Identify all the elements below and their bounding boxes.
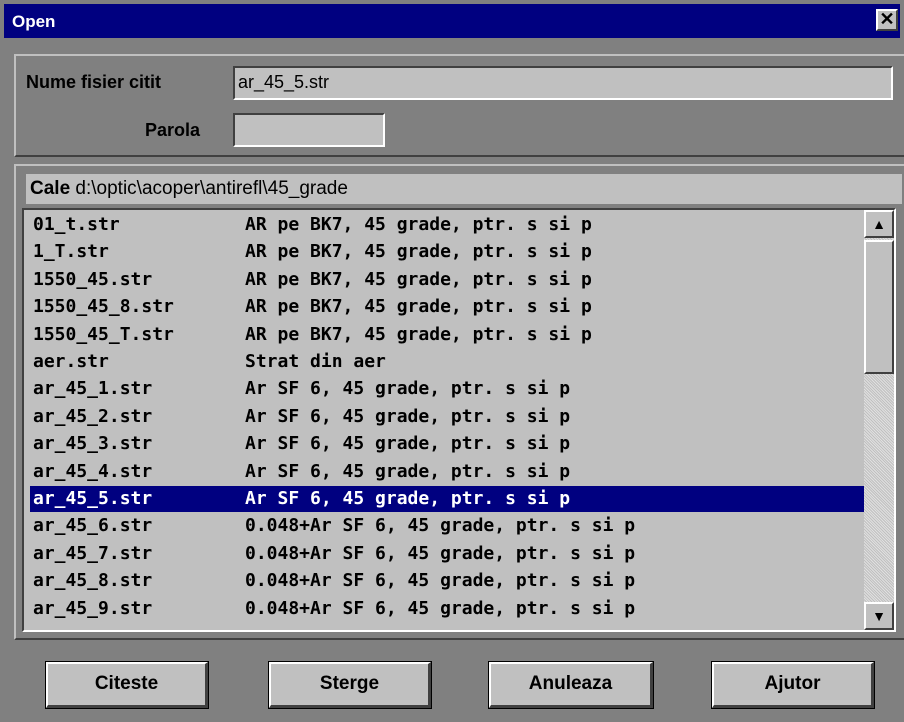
path-bar: Cale d:\optic\acoper\antirefl\45_grade (26, 174, 902, 204)
file-description: Ar SF 6, 45 grade, ptr. s si p (245, 378, 571, 400)
window-title: Open (12, 12, 56, 31)
list-item[interactable]: 1550_45_T.str AR pe BK7, 45 grade, ptr. s… (30, 322, 864, 348)
file-name: ar_45_8.str (33, 570, 153, 592)
scroll-up-icon[interactable]: ▲ (864, 210, 894, 238)
file-description: Strat din aer (245, 351, 386, 372)
file-description: AR pe BK7, 45 grade, ptr. s si p (245, 268, 592, 290)
file-name: ar_45_3.str (33, 433, 153, 455)
cancel-button[interactable]: Anuleaza (488, 661, 654, 709)
file-name: aer.str (33, 351, 109, 372)
path-label: Cale (30, 178, 71, 199)
vertical-scrollbar[interactable]: ▲ ▼ (864, 210, 894, 630)
file-description: 0.048+Ar SF 6, 45 grade, ptr. s si p (245, 542, 636, 564)
list-item[interactable]: 01_t.str AR pe BK7, 45 grade, ptr. s si p (30, 212, 864, 238)
file-name: 1550_45.str (33, 268, 153, 290)
file-description: AR pe BK7, 45 grade, ptr. s si p (245, 241, 592, 263)
file-name: 1550_45_8.str (33, 296, 174, 318)
open-dialog: Open ✕ Nume fisier citit ar_45_5.str Par… (0, 0, 904, 722)
list-item[interactable]: 1_T.str AR pe BK7, 45 grade, ptr. s si p (30, 239, 864, 265)
file-name: 1_T.str (33, 241, 109, 263)
delete-button[interactable]: Sterge (268, 661, 432, 709)
list-item[interactable]: ar_45_8.str 0.048+Ar SF 6, 45 grade, ptr.… (30, 568, 864, 594)
list-item[interactable]: ar_45_5.str Ar SF 6, 45 grade, ptr. s si … (30, 486, 864, 512)
file-description: Ar SF 6, 45 grade, ptr. s si p (245, 433, 571, 455)
file-name: ar_45_2.str (33, 405, 153, 427)
file-list[interactable]: 01_t.str AR pe BK7, 45 grade, ptr. s si p… (22, 208, 896, 632)
file-name: 1550_45_T.str (33, 323, 174, 345)
list-item[interactable]: ar_45_2.str Ar SF 6, 45 grade, ptr. s si … (30, 404, 864, 430)
list-item[interactable]: 1550_45_8.str AR pe BK7, 45 grade, ptr. s… (30, 294, 864, 320)
file-name: ar_45_5.str (33, 488, 153, 509)
path-value: d:\optic\acoper\antirefl\45_grade (75, 178, 348, 199)
list-item[interactable]: ar_45_6.str 0.048+Ar SF 6, 45 grade, ptr.… (30, 513, 864, 539)
list-item[interactable]: ar_45_1.str Ar SF 6, 45 grade, ptr. s si … (30, 376, 864, 402)
list-item[interactable]: ar_45_7.str 0.048+Ar SF 6, 45 grade, ptr.… (30, 541, 864, 567)
file-description: 0.048+Ar SF 6, 45 grade, ptr. s si p (245, 515, 636, 537)
file-description: 0.048+Ar SF 6, 45 grade, ptr. s si p (245, 570, 636, 592)
list-item[interactable]: aer.str Strat din aer (30, 349, 864, 375)
file-name: ar_45_4.str (33, 460, 153, 482)
file-name: ar_45_9.str (33, 597, 153, 619)
list-item[interactable]: ar_45_3.str Ar SF 6, 45 grade, ptr. s si … (30, 431, 864, 457)
list-item[interactable]: ar_45_4.str Ar SF 6, 45 grade, ptr. s si … (30, 459, 864, 485)
file-name: 01_t.str (33, 214, 120, 235)
file-description: AR pe BK7, 45 grade, ptr. s si p (245, 323, 592, 345)
file-description: AR pe BK7, 45 grade, ptr. s si p (245, 214, 592, 235)
file-description: Ar SF 6, 45 grade, ptr. s si p (245, 460, 571, 482)
close-icon[interactable]: ✕ (876, 9, 898, 31)
list-item[interactable]: 1550_45.str AR pe BK7, 45 grade, ptr. s s… (30, 267, 864, 293)
file-description: 0.048+Ar SF 6, 45 grade, ptr. s si p (245, 597, 636, 619)
file-description: AR pe BK7, 45 grade, ptr. s si p (245, 296, 592, 318)
filename-label: Nume fisier citit (26, 72, 162, 92)
scroll-down-icon[interactable]: ▼ (864, 602, 894, 630)
file-name: ar_45_7.str (33, 542, 153, 564)
read-button[interactable]: Citeste (45, 661, 209, 709)
help-button[interactable]: Ajutor (711, 661, 875, 709)
file-description: Ar SF 6, 45 grade, ptr. s si p (245, 405, 571, 427)
file-name: ar_45_1.str (33, 378, 153, 400)
list-item[interactable]: ar_45_9.str 0.048+Ar SF 6, 45 grade, ptr.… (30, 596, 864, 622)
password-field[interactable] (233, 113, 385, 147)
scroll-thumb[interactable] (864, 240, 894, 374)
title-bar[interactable]: Open ✕ (4, 4, 900, 38)
file-name: ar_45_6.str (33, 515, 153, 537)
filename-field[interactable]: ar_45_5.str (233, 66, 893, 100)
password-label: Parola (145, 120, 201, 140)
file-description: Ar SF 6, 45 grade, ptr. s si p (245, 488, 571, 509)
